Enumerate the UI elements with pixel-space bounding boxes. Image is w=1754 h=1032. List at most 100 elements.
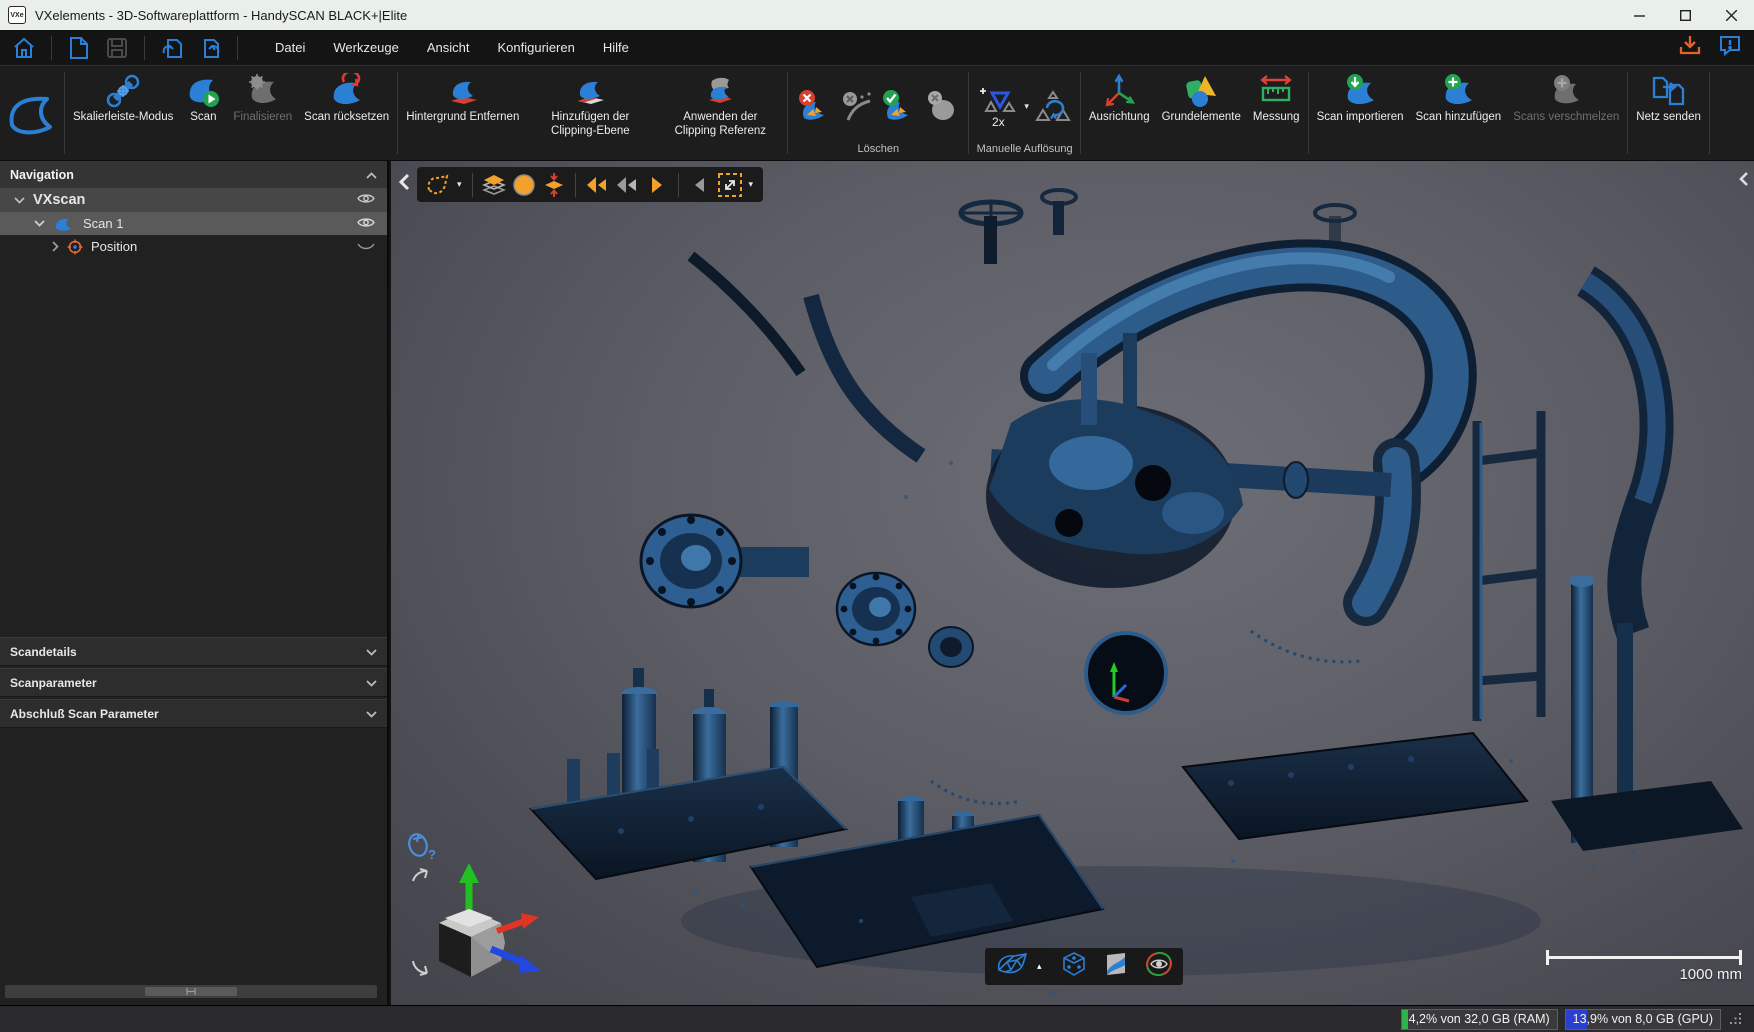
mesh-view-caret[interactable]: ▴: [1037, 961, 1042, 972]
prev-view-button[interactable]: [686, 171, 714, 199]
step-forward-button[interactable]: [643, 171, 671, 199]
finalize-button[interactable]: Finalisieren: [227, 66, 298, 160]
zoom-selection-caret[interactable]: ▾: [749, 179, 754, 190]
close-button[interactable]: [1708, 0, 1754, 30]
undo-button[interactable]: [158, 34, 186, 62]
menu-hilfe[interactable]: Hilfe: [591, 34, 641, 61]
panel-sections: Scandetails Scanparameter Abschluß Scan …: [0, 637, 387, 730]
maximize-button[interactable]: [1662, 0, 1708, 30]
title-bar: VXe VXelements - 3D-Softwareplattform - …: [0, 0, 1754, 30]
delete-positioning-targets-button[interactable]: [836, 84, 878, 130]
auto-resolution-button[interactable]: [1032, 84, 1074, 130]
resolution-button[interactable]: 2x: [975, 85, 1021, 129]
remove-background-button[interactable]: Hintergrund Entfernen: [400, 66, 525, 160]
scan-button[interactable]: Scan: [179, 66, 227, 160]
visibility-closed-eye-icon[interactable]: [357, 239, 375, 254]
flange-large: [641, 515, 809, 607]
window-title: VXelements - 3D-Softwareplattform - Hand…: [35, 8, 407, 23]
visibility-eye-icon[interactable]: [357, 192, 375, 208]
position-target-icon: [67, 239, 83, 255]
import-scan-button[interactable]: Scan importieren: [1311, 66, 1410, 160]
resolution-value: 2x: [992, 115, 1005, 129]
keep-facets-button[interactable]: [878, 84, 920, 130]
section-scanparameter[interactable]: Scanparameter: [0, 668, 387, 697]
minimize-button[interactable]: [1616, 0, 1662, 30]
navigation-panel-title: Navigation: [10, 168, 74, 182]
resize-grip[interactable]: [1730, 1013, 1742, 1025]
remove-background-icon: [445, 73, 481, 111]
orientation-cube[interactable]: [393, 861, 553, 1005]
application-window: VXe VXelements - 3D-Softwareplattform - …: [0, 0, 1754, 1032]
expand-chevron-icon[interactable]: [14, 197, 25, 204]
expand-right-panel-chevron[interactable]: [1738, 171, 1749, 192]
ram-usage-fill: [1402, 1010, 1409, 1029]
menu-items: Datei Werkzeuge Ansicht Konfigurieren Hi…: [263, 34, 641, 61]
alignment-icon: [1101, 73, 1137, 111]
redo-button[interactable]: [196, 34, 224, 62]
menu-datei[interactable]: Datei: [263, 34, 317, 61]
download-icon[interactable]: [1678, 33, 1702, 62]
manual-resolution-group: 2x ▾ Manuelle Auflösung: [971, 66, 1078, 160]
scan-model-render: [391, 161, 1754, 1005]
add-clipping-plane-button[interactable]: Hinzufügen der Clipping-Ebene: [525, 66, 655, 160]
save-button[interactable]: [103, 34, 131, 62]
surface-view-button[interactable]: [1103, 951, 1129, 982]
reset-scan-icon: [329, 73, 365, 111]
delete-group: Löschen: [790, 66, 966, 160]
3d-viewport[interactable]: ▾: [391, 161, 1754, 1005]
send-mesh-icon: [1650, 73, 1688, 111]
visibility-toggle-button[interactable]: [1145, 951, 1173, 982]
home-button[interactable]: [10, 34, 38, 62]
merge-scans-button[interactable]: Scans verschmelzen: [1507, 66, 1625, 160]
delete-facets-button[interactable]: [794, 84, 836, 130]
expand-chevron-icon[interactable]: [34, 220, 45, 227]
resolution-dropdown-caret[interactable]: ▾: [1024, 101, 1029, 112]
feedback-icon[interactable]: [1718, 33, 1742, 62]
step-back-disabled-button[interactable]: [613, 171, 641, 199]
visibility-eye-icon[interactable]: [357, 216, 375, 231]
sphere-button[interactable]: [510, 171, 538, 199]
collapse-panel-chevron[interactable]: [398, 173, 410, 196]
menu-werkzeuge[interactable]: Werkzeuge: [321, 34, 411, 61]
step-back-button[interactable]: [583, 171, 611, 199]
fit-resolution-button[interactable]: [540, 171, 568, 199]
entities-button[interactable]: Grundelemente: [1156, 66, 1247, 160]
add-scan-icon: [1440, 73, 1476, 111]
scale-bar-mode-button[interactable]: Skalierleiste-Modus: [67, 66, 179, 160]
collapsed-chevron-icon[interactable]: [52, 241, 59, 252]
send-mesh-button[interactable]: Netz senden: [1630, 66, 1707, 160]
menu-konfigurieren[interactable]: Konfigurieren: [486, 34, 587, 61]
scale-bar-line: [1546, 956, 1742, 959]
tree-item-position[interactable]: Position: [0, 235, 387, 258]
zoom-selection-button[interactable]: [716, 171, 744, 199]
scrollbar-handle[interactable]: [145, 987, 237, 996]
section-abschluss-scan-parameter[interactable]: Abschluß Scan Parameter: [0, 699, 387, 728]
entities-icon: [1183, 73, 1219, 111]
surface-display-mode-button[interactable]: [424, 171, 452, 199]
gpu-usage-meter: 13,9% von 8,0 GB (GPU): [1565, 1009, 1721, 1030]
section-scandetails[interactable]: Scandetails: [0, 637, 387, 666]
navigation-panel-header[interactable]: Navigation: [0, 161, 387, 188]
bounding-box-button[interactable]: [1061, 951, 1087, 982]
layers-button[interactable]: [480, 171, 508, 199]
navigation-panel: Navigation VXscan Scan 1: [0, 161, 389, 1005]
reset-scan-button[interactable]: Scan rücksetzen: [298, 66, 395, 160]
alignment-button[interactable]: Ausrichtung: [1083, 66, 1156, 160]
apply-clipping-reference-icon: [702, 73, 738, 111]
ribbon-toolbar: Skalierleiste-Modus Scan Finalisieren Sc…: [0, 65, 1754, 161]
scale-bar-label: 1000 mm: [1546, 966, 1742, 983]
status-bar: 4,2% von 32,0 GB (RAM) 13,9% von 8,0 GB …: [0, 1005, 1754, 1032]
new-session-button[interactable]: [65, 34, 93, 62]
delete-selection-disabled-button[interactable]: [920, 84, 962, 130]
menu-ansicht[interactable]: Ansicht: [415, 34, 482, 61]
horizontal-scrollbar[interactable]: [5, 985, 377, 998]
display-mode-caret[interactable]: ▾: [457, 179, 462, 190]
add-scan-button[interactable]: Scan hinzufügen: [1410, 66, 1508, 160]
measurement-button[interactable]: Messung: [1247, 66, 1306, 160]
mesh-view-button[interactable]: [995, 952, 1029, 981]
tree-item-scan1[interactable]: Scan 1: [0, 212, 387, 235]
collapse-chevron-icon: [366, 168, 377, 182]
section-label: Abschluß Scan Parameter: [10, 707, 159, 721]
apply-clipping-reference-button[interactable]: Anwenden der Clipping Referenz: [655, 66, 785, 160]
tree-item-vxscan[interactable]: VXscan: [0, 188, 387, 212]
